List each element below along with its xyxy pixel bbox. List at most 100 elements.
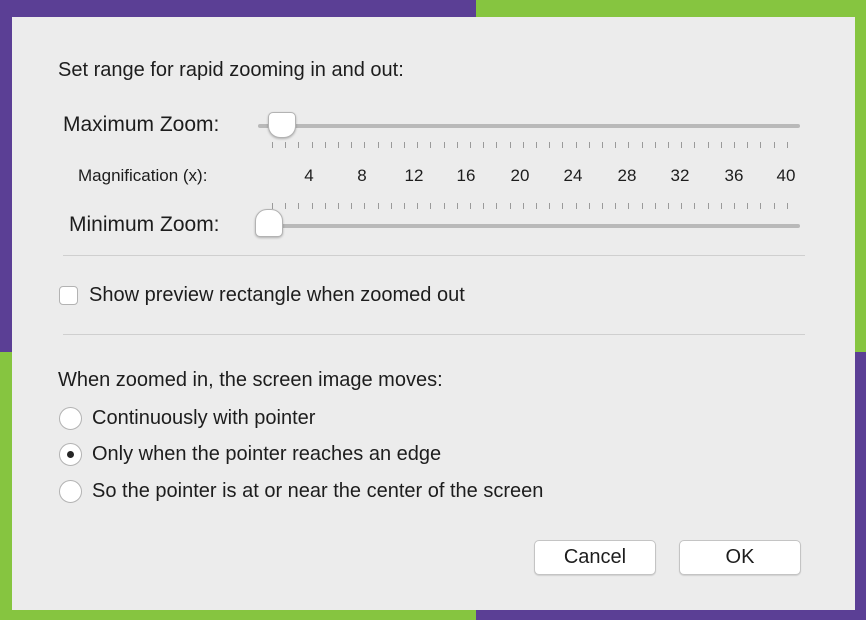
minimum-zoom-track[interactable]	[258, 224, 800, 228]
slider-tick	[734, 203, 735, 209]
slider-tick	[628, 203, 630, 209]
slider-tick	[681, 142, 683, 148]
slider-tick	[602, 142, 603, 148]
slider-tick	[720, 203, 722, 209]
divider	[63, 255, 805, 256]
slider-tick	[338, 203, 339, 209]
slider-tick	[298, 142, 300, 148]
slider-tick	[588, 203, 590, 209]
slider-tick	[430, 142, 432, 148]
slider-tick	[272, 142, 273, 148]
slider-tick	[575, 142, 577, 148]
slider-tick	[443, 142, 445, 148]
slider-tick	[536, 142, 537, 148]
slider-tick	[707, 203, 709, 209]
slider-tick	[734, 142, 735, 148]
slider-tick	[522, 142, 524, 148]
slider-tick	[456, 203, 458, 209]
radio-center[interactable]	[59, 480, 82, 503]
slider-tick	[417, 142, 419, 148]
slider-tick	[654, 142, 656, 148]
slider-tick	[747, 142, 749, 148]
minimum-zoom-thumb[interactable]	[255, 209, 283, 237]
slider-tick	[707, 142, 709, 148]
slider-tick	[456, 142, 458, 148]
slider-tick	[404, 142, 405, 148]
slider-tick	[562, 203, 564, 209]
magnification-tick-label: 28	[617, 166, 637, 185]
slider-tick	[377, 142, 379, 148]
minimum-zoom-ticks	[272, 203, 792, 209]
slider-tick	[575, 203, 577, 209]
divider	[63, 334, 805, 335]
slider-tick	[654, 203, 656, 209]
cancel-button[interactable]: Cancel	[534, 540, 656, 575]
slider-tick	[615, 203, 617, 209]
movement-section-label: When zoomed in, the screen image moves:	[58, 369, 443, 391]
magnification-tick-label: 16	[456, 166, 476, 185]
slider-tick	[298, 203, 300, 209]
radio-selected-dot	[67, 451, 74, 458]
slider-tick	[430, 203, 432, 209]
slider-tick	[668, 142, 669, 148]
slider-tick	[786, 203, 788, 209]
dialog-title: Set range for rapid zooming in and out:	[58, 59, 404, 81]
preview-rectangle-checkbox[interactable]	[59, 286, 78, 305]
radio-edge-label[interactable]: Only when the pointer reaches an edge	[92, 443, 441, 466]
magnification-tick-label: 20	[510, 166, 530, 185]
slider-tick	[285, 203, 287, 209]
slider-tick	[549, 142, 551, 148]
slider-tick	[522, 203, 524, 209]
slider-tick	[641, 142, 643, 148]
magnification-tick-label: 32	[670, 166, 690, 185]
slider-tick	[694, 203, 696, 209]
slider-tick	[470, 142, 471, 148]
slider-tick	[760, 203, 762, 209]
slider-tick	[536, 203, 537, 209]
slider-tick	[364, 203, 366, 209]
slider-tick	[483, 142, 485, 148]
magnification-tick-label: 40	[776, 166, 796, 185]
magnification-tick-label: 8	[357, 166, 367, 185]
slider-tick	[351, 203, 353, 209]
slider-tick	[417, 203, 419, 209]
minimum-zoom-label: Minimum Zoom:	[69, 213, 220, 236]
slider-tick	[324, 203, 326, 209]
radio-continuously[interactable]	[59, 407, 82, 430]
maximum-zoom-label: Maximum Zoom:	[63, 113, 220, 136]
slider-tick	[377, 203, 379, 209]
slider-tick	[615, 142, 617, 148]
zoom-options-dialog: Set range for rapid zooming in and out: …	[12, 17, 855, 610]
magnification-tick-label: 12	[404, 166, 424, 185]
maximum-zoom-ticks	[272, 142, 792, 148]
maximum-zoom-thumb[interactable]	[268, 112, 296, 138]
slider-tick	[760, 142, 762, 148]
slider-tick	[773, 142, 775, 148]
slider-tick	[668, 203, 669, 209]
magnification-tick-label: 36	[724, 166, 744, 185]
slider-tick	[443, 203, 445, 209]
slider-tick	[628, 142, 630, 148]
slider-tick	[496, 142, 498, 148]
slider-tick	[588, 142, 590, 148]
slider-tick	[496, 203, 498, 209]
magnification-tick-label: 24	[563, 166, 583, 185]
slider-tick	[364, 142, 366, 148]
radio-center-label[interactable]: So the pointer is at or near the center …	[92, 480, 543, 503]
slider-tick	[602, 203, 603, 209]
maximum-zoom-track[interactable]	[258, 124, 800, 128]
slider-tick	[285, 142, 287, 148]
magnification-label: Magnification (x):	[78, 166, 208, 185]
slider-tick	[311, 203, 313, 209]
preview-rectangle-label[interactable]: Show preview rectangle when zoomed out	[89, 284, 465, 307]
slider-tick	[311, 142, 313, 148]
slider-tick	[786, 142, 788, 148]
radio-continuously-label[interactable]: Continuously with pointer	[92, 407, 315, 430]
slider-tick	[509, 142, 511, 148]
ok-button[interactable]: OK	[679, 540, 801, 575]
slider-tick	[390, 142, 392, 148]
slider-tick	[549, 203, 551, 209]
radio-edge[interactable]	[59, 443, 82, 466]
slider-tick	[390, 203, 392, 209]
slider-tick	[324, 142, 326, 148]
